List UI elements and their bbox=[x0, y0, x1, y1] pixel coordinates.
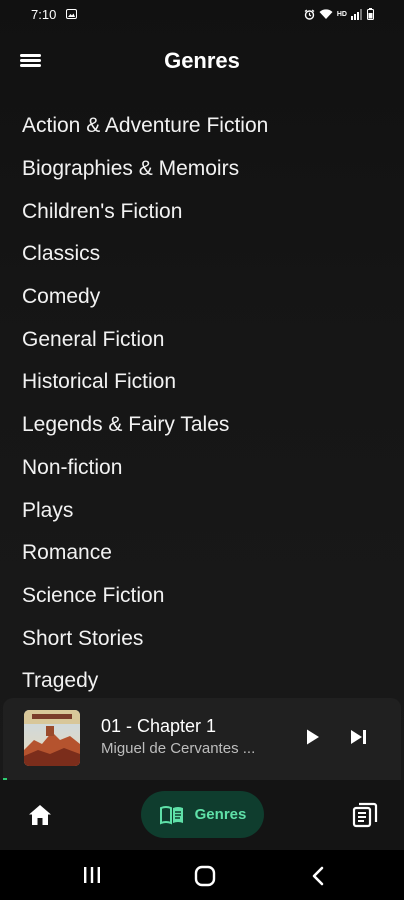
page-title: Genres bbox=[164, 48, 240, 73]
app-screen: 7:10 HD Genres Action & Adventure Fictio… bbox=[0, 0, 404, 900]
genre-item-childrens-fiction[interactable]: Children's Fiction bbox=[0, 190, 404, 233]
genre-item-action-adventure[interactable]: Action & Adventure Fiction bbox=[0, 105, 404, 148]
genre-item-general-fiction[interactable]: General Fiction bbox=[0, 318, 404, 361]
wifi-icon bbox=[319, 8, 333, 19]
status-time: 7:10 bbox=[31, 7, 57, 22]
network-label: HD bbox=[336, 10, 347, 18]
system-navigation-bar bbox=[0, 850, 404, 900]
genre-item-non-fiction[interactable]: Non-fiction bbox=[0, 447, 404, 490]
genre-list: Action & Adventure Fiction Biographies &… bbox=[0, 105, 404, 700]
genre-item-short-stories[interactable]: Short Stories bbox=[0, 617, 404, 660]
genre-item-biographies[interactable]: Biographies & Memoirs bbox=[0, 148, 404, 191]
alarm-icon bbox=[304, 9, 315, 20]
genre-item-comedy[interactable]: Comedy bbox=[0, 276, 404, 319]
app-header: Genres bbox=[0, 38, 404, 82]
genre-item-romance[interactable]: Romance bbox=[0, 532, 404, 575]
genre-item-historical-fiction[interactable]: Historical Fiction bbox=[0, 361, 404, 404]
genre-item-science-fiction[interactable]: Science Fiction bbox=[0, 575, 404, 618]
skip-next-icon[interactable] bbox=[345, 725, 373, 749]
genre-item-legends-fairy-tales[interactable]: Legends & Fairy Tales bbox=[0, 404, 404, 447]
track-author: Miguel de Cervantes ... bbox=[101, 740, 256, 757]
gallery-notification-icon bbox=[66, 9, 77, 19]
recent-apps-icon[interactable] bbox=[81, 866, 103, 884]
home-icon[interactable] bbox=[26, 802, 54, 828]
status-bar: 7:10 HD bbox=[0, 0, 404, 30]
battery-icon bbox=[367, 8, 374, 20]
library-icon[interactable] bbox=[352, 802, 378, 828]
system-home-icon[interactable] bbox=[194, 865, 216, 887]
genre-item-classics[interactable]: Classics bbox=[0, 233, 404, 276]
cover-art-image bbox=[24, 710, 80, 766]
album-cover[interactable] bbox=[24, 710, 80, 766]
nav-genres-tab[interactable]: Genres bbox=[141, 791, 264, 838]
nav-genres-label: Genres bbox=[194, 806, 247, 823]
bottom-navigation: Genres bbox=[0, 780, 404, 850]
status-icons: HD bbox=[304, 8, 374, 20]
genre-item-plays[interactable]: Plays bbox=[0, 489, 404, 532]
signal-icon bbox=[351, 8, 362, 20]
back-icon[interactable] bbox=[310, 865, 326, 887]
genres-icon bbox=[159, 805, 183, 824]
track-title: 01 - Chapter 1 bbox=[101, 716, 217, 736]
play-icon[interactable] bbox=[300, 725, 324, 749]
genre-item-tragedy[interactable]: Tragedy bbox=[0, 660, 404, 700]
